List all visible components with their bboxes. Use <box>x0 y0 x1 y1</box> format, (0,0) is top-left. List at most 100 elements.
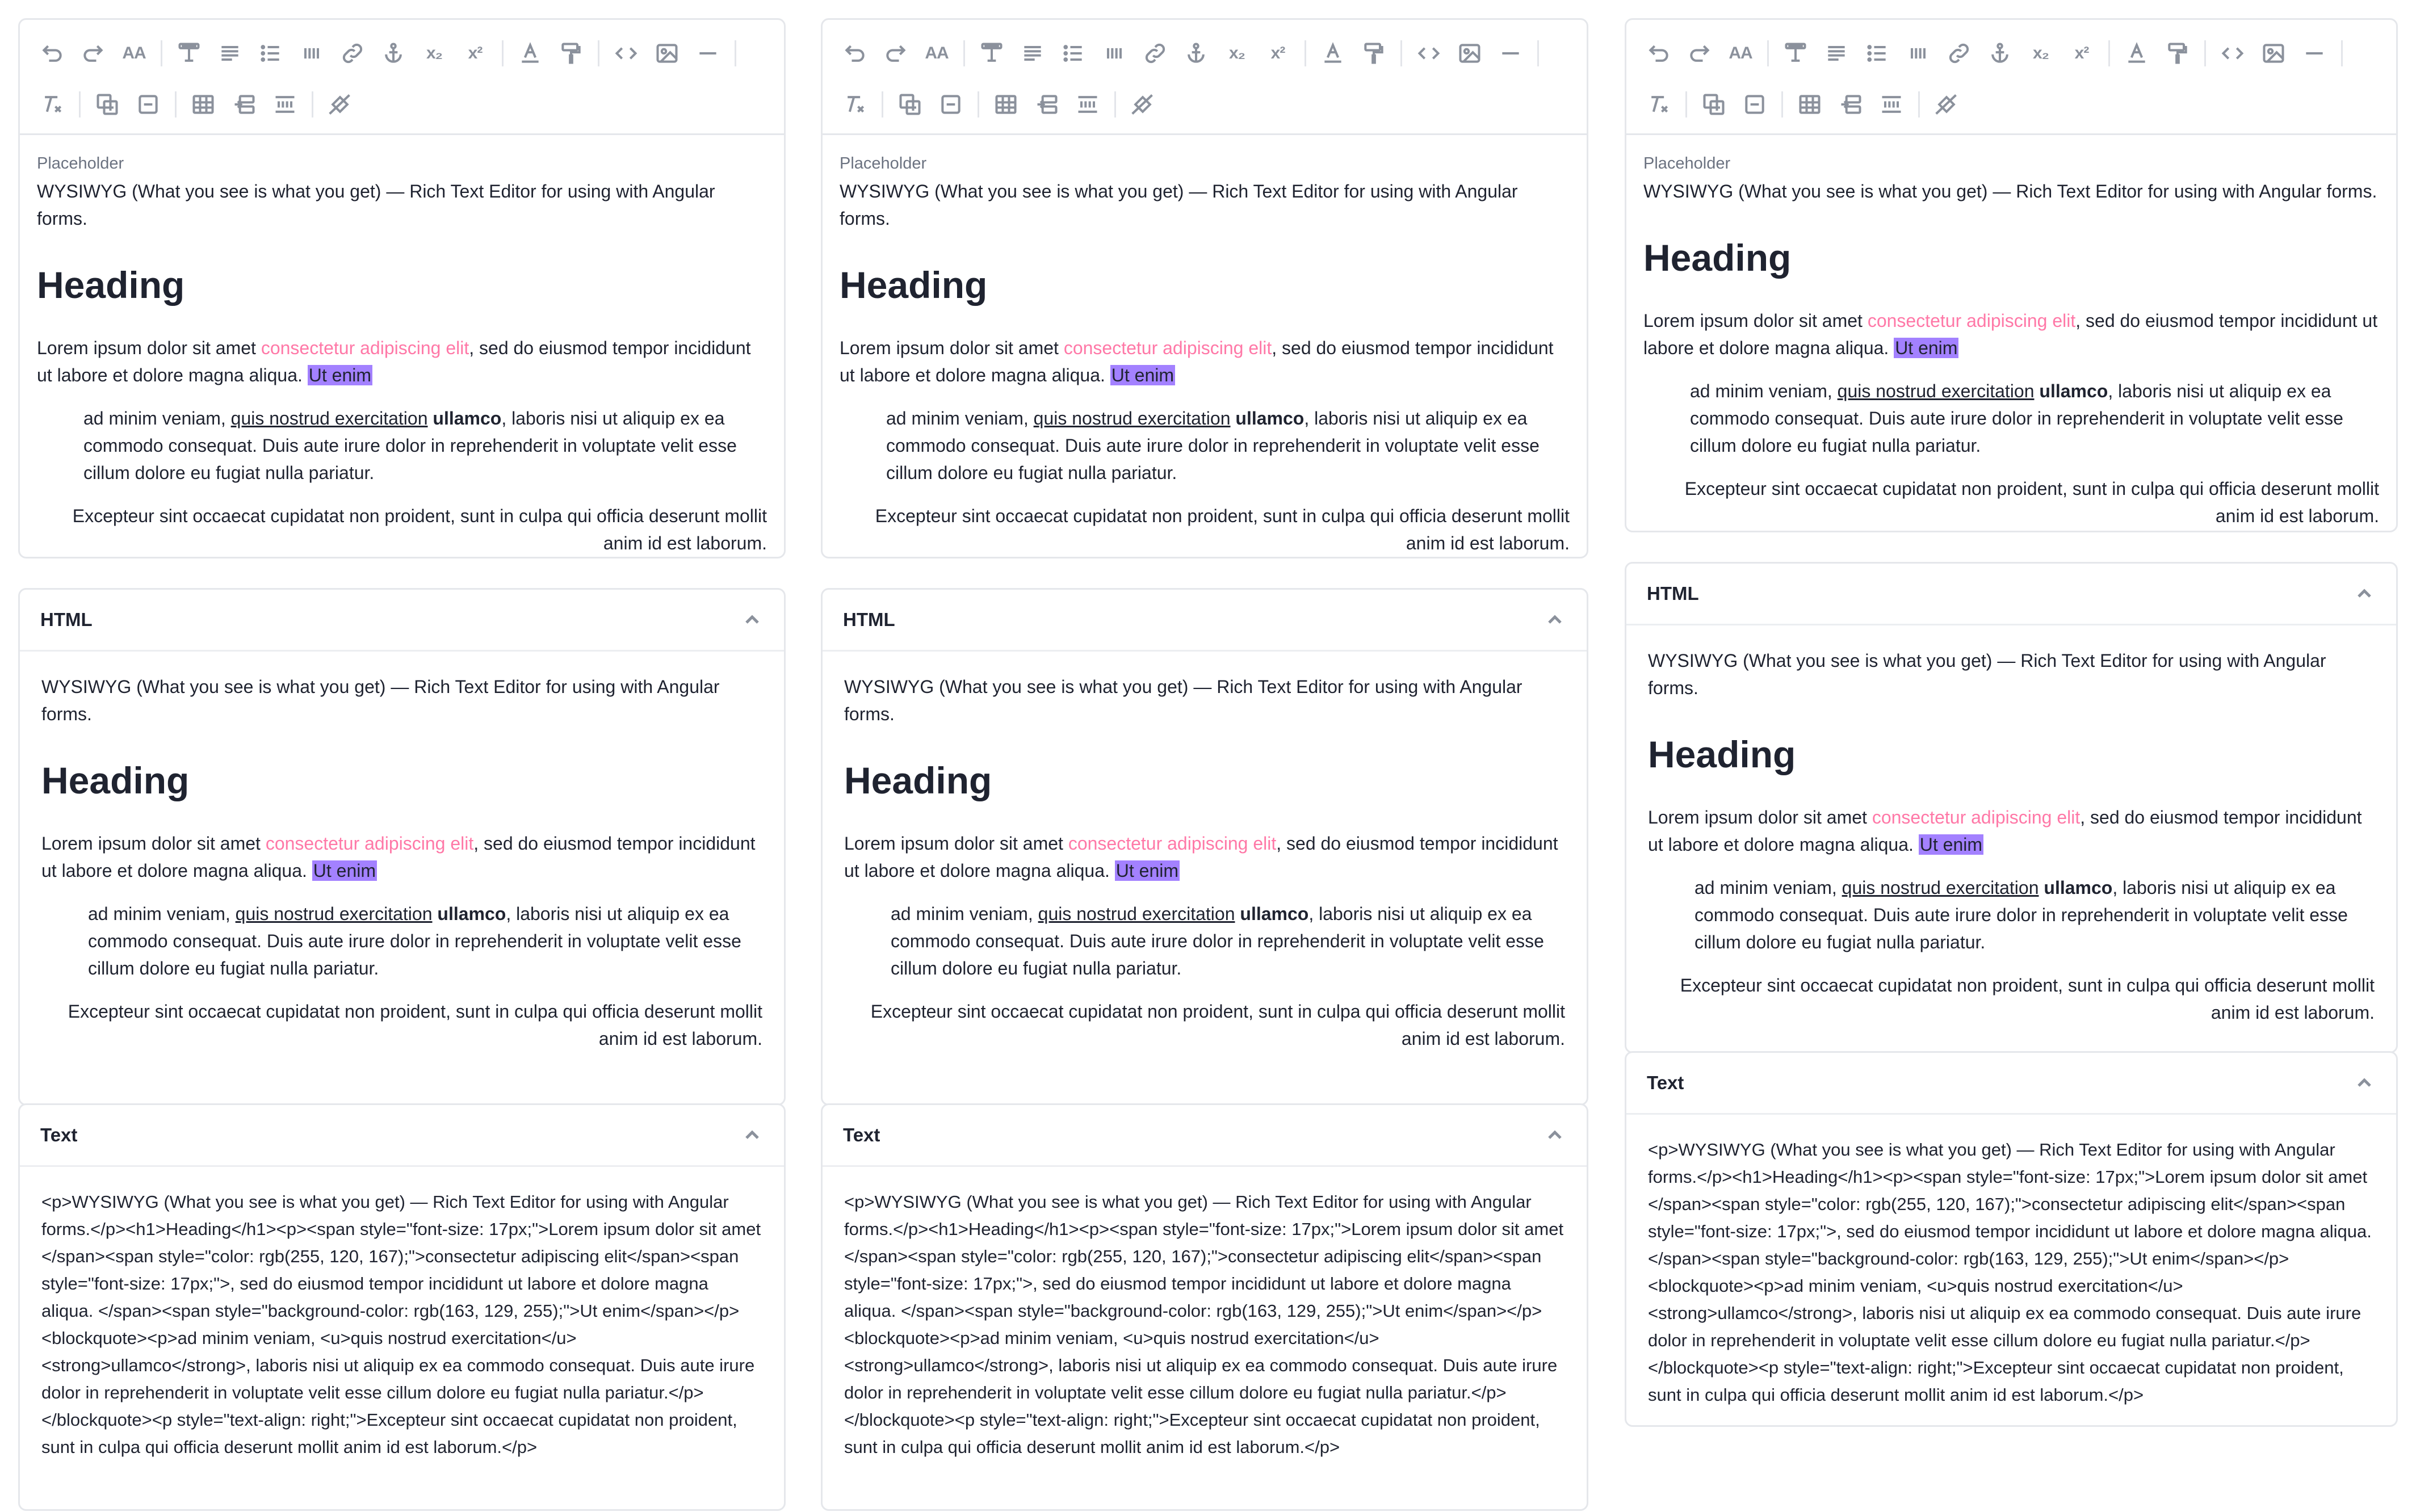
redo-icon[interactable] <box>877 35 915 72</box>
highlight-icon[interactable] <box>2159 35 2196 72</box>
paint-bucket-icon[interactable] <box>1928 86 1965 123</box>
editor-content[interactable]: Placeholder WYSIWYG (What you see is wha… <box>823 135 1587 557</box>
table-icon[interactable] <box>1791 86 1828 123</box>
chevron-up-icon[interactable] <box>1543 1124 1566 1146</box>
toolbar-divider <box>1685 91 1687 117</box>
editor-content[interactable]: Placeholder WYSIWYG (What you see is wha… <box>1626 135 2396 531</box>
bullet-list-icon[interactable] <box>252 35 290 72</box>
html-panel-header[interactable]: HTML <box>1626 564 2396 625</box>
cell-split-icon[interactable] <box>1069 86 1106 123</box>
right-aligned-paragraph: Excepteur sint occaecat cupidatat non pr… <box>870 1001 1565 1049</box>
table-icon[interactable] <box>987 86 1025 123</box>
text-color-icon[interactable] <box>1314 35 1352 72</box>
chevron-up-icon[interactable] <box>741 1124 764 1146</box>
cell-split-icon[interactable] <box>266 86 304 123</box>
editor-content[interactable]: Placeholder WYSIWYG (What you see is wha… <box>20 135 784 557</box>
horizontal-rule-icon[interactable] <box>2296 35 2333 72</box>
highlight-icon[interactable] <box>552 35 590 72</box>
redo-icon[interactable] <box>74 35 112 72</box>
align-icon[interactable] <box>1014 35 1051 72</box>
subscript-icon[interactable]: x₂ <box>416 35 453 72</box>
align-icon[interactable] <box>1818 35 1855 72</box>
bold-text: ullamco <box>1240 904 1309 924</box>
cell-split-icon[interactable] <box>1873 86 1910 123</box>
quote-icon[interactable] <box>1899 35 1937 72</box>
code-icon[interactable] <box>2214 35 2251 72</box>
heading-icon[interactable] <box>1777 35 1814 72</box>
horizontal-rule-icon[interactable] <box>1492 35 1529 72</box>
redo-icon[interactable] <box>1681 35 1718 72</box>
insert-table-icon[interactable] <box>89 86 126 123</box>
text-panel-header[interactable]: Text <box>1626 1053 2396 1115</box>
rich-text-editor[interactable]: AA x₂ x² Placeholder WYSIWYG (What you s… <box>821 18 1588 558</box>
clear-format-icon[interactable] <box>33 86 71 123</box>
toolbar-divider <box>1305 40 1306 66</box>
image-icon[interactable] <box>2255 35 2292 72</box>
superscript-icon[interactable]: x² <box>1259 35 1297 72</box>
anchor-icon[interactable] <box>1981 35 2019 72</box>
table-icon[interactable] <box>184 86 222 123</box>
horizontal-rule-icon[interactable] <box>689 35 727 72</box>
lorem-text: Lorem ipsum dolor sit amet <box>41 833 266 854</box>
paint-bucket-icon[interactable] <box>1124 86 1161 123</box>
bullet-list-icon[interactable] <box>1055 35 1092 72</box>
html-panel: HTML WYSIWYG (What you see is what you g… <box>18 588 786 1106</box>
html-panel-header[interactable]: HTML <box>20 590 784 652</box>
text-panel-header[interactable]: Text <box>20 1105 784 1167</box>
link-icon[interactable] <box>1136 35 1174 72</box>
subscript-icon[interactable]: x₂ <box>2022 35 2060 72</box>
code-icon[interactable] <box>607 35 645 72</box>
font-size-icon[interactable]: AA <box>918 35 955 72</box>
clear-format-icon[interactable] <box>1640 86 1677 123</box>
toolbar-divider <box>1918 91 1920 117</box>
clear-format-icon[interactable] <box>836 86 874 123</box>
link-icon[interactable] <box>334 35 371 72</box>
lorem-text: Lorem ipsum dolor sit amet <box>1643 310 1868 331</box>
link-icon[interactable] <box>1940 35 1978 72</box>
cell-merge-icon[interactable] <box>1028 86 1066 123</box>
undo-icon[interactable] <box>836 35 874 72</box>
subscript-icon[interactable]: x₂ <box>1218 35 1256 72</box>
insert-table-icon[interactable] <box>891 86 929 123</box>
chevron-up-icon[interactable] <box>2353 1072 2376 1094</box>
delete-table-icon[interactable] <box>1736 86 1773 123</box>
undo-icon[interactable] <box>33 35 71 72</box>
text-color-icon[interactable] <box>511 35 549 72</box>
anchor-icon[interactable] <box>375 35 412 72</box>
bullet-list-icon[interactable] <box>1859 35 1896 72</box>
delete-table-icon[interactable] <box>129 86 167 123</box>
image-icon[interactable] <box>648 35 686 72</box>
image-icon[interactable] <box>1451 35 1488 72</box>
chevron-up-icon[interactable] <box>741 608 764 631</box>
cell-merge-icon[interactable] <box>225 86 263 123</box>
paint-bucket-icon[interactable] <box>321 86 359 123</box>
html-panel-header[interactable]: HTML <box>823 590 1587 652</box>
bold-text: ullamco <box>437 904 506 924</box>
text-panel-title: Text <box>40 1124 78 1145</box>
font-size-icon[interactable]: AA <box>115 35 153 72</box>
heading-icon[interactable] <box>170 35 208 72</box>
align-icon[interactable] <box>211 35 249 72</box>
quote-icon[interactable] <box>293 35 330 72</box>
quote-icon[interactable] <box>1096 35 1133 72</box>
anchor-icon[interactable] <box>1177 35 1215 72</box>
code-icon[interactable] <box>1410 35 1448 72</box>
font-size-label: AA <box>122 44 146 62</box>
delete-table-icon[interactable] <box>932 86 970 123</box>
superscript-icon[interactable]: x² <box>2063 35 2100 72</box>
text-panel-header[interactable]: Text <box>823 1105 1587 1167</box>
html-preview: WYSIWYG (What you see is what you get) —… <box>20 652 784 1068</box>
chevron-up-icon[interactable] <box>1543 608 1566 631</box>
rich-text-editor[interactable]: AA x₂ x² Placeholder WYSIWYG (What you s… <box>1625 18 2398 532</box>
undo-icon[interactable] <box>1640 35 1677 72</box>
rich-text-editor[interactable]: AA x₂ x² Placeholder WYSIWYG (What you s… <box>18 18 786 558</box>
insert-table-icon[interactable] <box>1695 86 1733 123</box>
chevron-up-icon[interactable] <box>2353 582 2376 605</box>
highlight-icon[interactable] <box>1355 35 1392 72</box>
heading-icon[interactable] <box>973 35 1010 72</box>
html-panel-title: HTML <box>843 609 895 630</box>
text-color-icon[interactable] <box>2118 35 2155 72</box>
cell-merge-icon[interactable] <box>1832 86 1869 123</box>
superscript-icon[interactable]: x² <box>456 35 494 72</box>
font-size-icon[interactable]: AA <box>1722 35 1759 72</box>
